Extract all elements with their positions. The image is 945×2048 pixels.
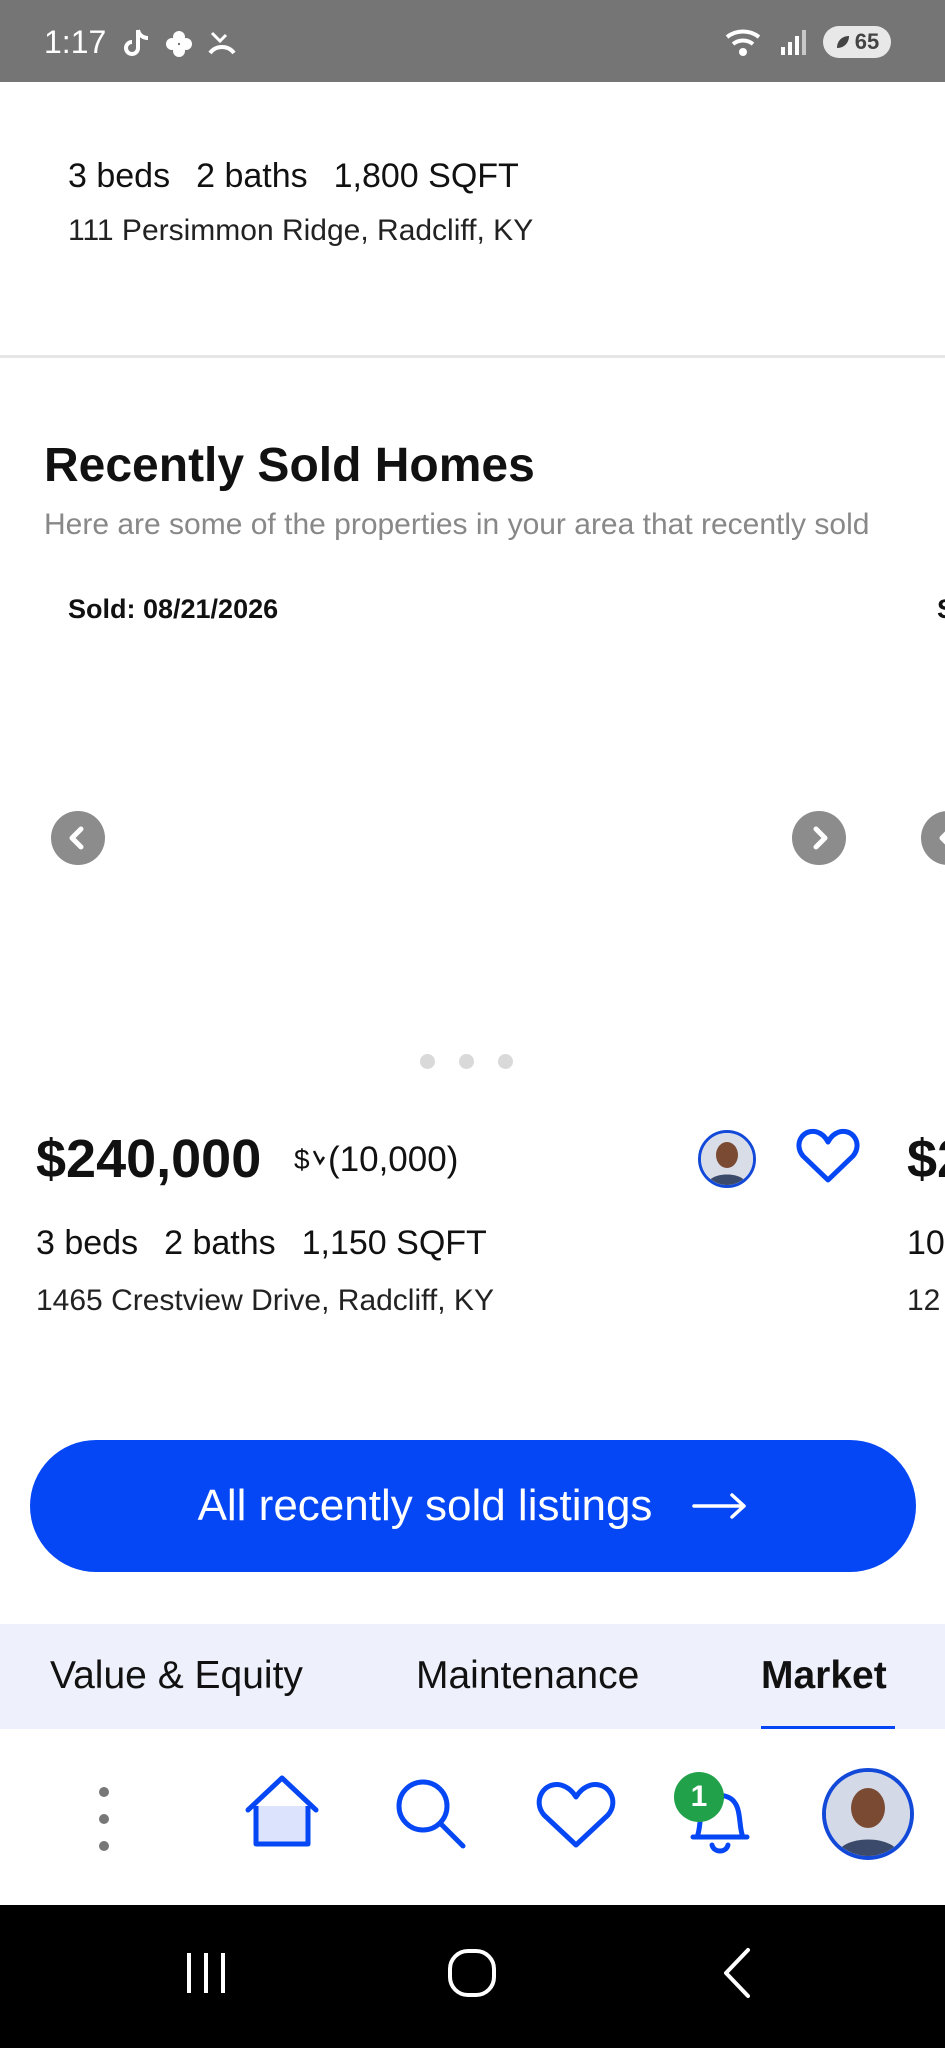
agent-photo — [701, 1133, 753, 1185]
status-icons-right: 65 — [725, 26, 891, 58]
missed-call-icon — [208, 31, 236, 55]
more-vertical-icon — [99, 1787, 109, 1851]
battery-level: 65 — [854, 29, 880, 54]
carousel-dot[interactable] — [420, 1054, 435, 1069]
sold-date-label: Sold: 08/21/2026 — [68, 594, 279, 624]
carousel-prev-button-next-card[interactable] — [921, 811, 945, 865]
chevron-left-icon — [69, 826, 84, 850]
baths-count: 2 baths — [196, 157, 308, 195]
arrow-right-icon — [692, 1493, 747, 1519]
top-listing-stats: 3 beds 2 baths 1,800 SQFT — [68, 157, 519, 196]
listing-stats: 3 beds 2 baths 1,150 SQFT — [36, 1224, 487, 1263]
recent-apps-icon — [187, 1953, 225, 1993]
carousel-dots — [420, 1054, 513, 1069]
all-recently-sold-button[interactable]: All recently sold listings — [30, 1440, 916, 1572]
more-menu-button[interactable] — [84, 1779, 124, 1859]
section-tabs: Value & Equity Maintenance Market — [0, 1624, 945, 1729]
notification-badge: 1 — [674, 1772, 724, 1822]
home-circle-icon — [448, 1949, 496, 1997]
all-recently-sold-label: All recently sold listings — [197, 1481, 653, 1530]
section-title: Recently Sold Homes — [44, 439, 535, 492]
tiktok-icon — [124, 29, 149, 56]
profile-avatar-button[interactable] — [822, 1768, 914, 1860]
heart-icon — [536, 1782, 616, 1848]
battery-indicator: 65 — [823, 26, 891, 58]
home-icon — [245, 1775, 319, 1847]
nav-favorites-button[interactable] — [532, 1775, 620, 1853]
tab-market[interactable]: Market — [761, 1654, 887, 1698]
sqft-value: 1,150 SQFT — [301, 1224, 487, 1262]
tab-maintenance[interactable]: Maintenance — [416, 1654, 639, 1698]
status-icons-left — [122, 28, 238, 60]
nav-home-button[interactable] — [236, 1769, 328, 1855]
baths-count: 2 baths — [164, 1224, 276, 1262]
beds-count: 3 beds — [68, 157, 171, 195]
back-chevron-icon — [724, 1948, 750, 1998]
next-listing-address: 12 — [907, 1284, 941, 1317]
status-bar: 1:17 65 — [0, 0, 945, 82]
wifi-icon — [725, 29, 761, 56]
sqft-value: 1,800 SQFT — [333, 157, 519, 195]
svg-text:$: $ — [294, 1144, 310, 1175]
recent-apps-button[interactable] — [176, 1941, 236, 2005]
nav-search-button[interactable] — [390, 1773, 470, 1853]
signal-icon — [781, 30, 806, 55]
price-change: $ (10,000) — [294, 1140, 458, 1180]
listing-address: 1465 Crestview Drive, Radcliff, KY — [36, 1284, 494, 1317]
price-drop-icon: $ — [294, 1144, 326, 1175]
bottom-nav — [0, 1729, 945, 1905]
price-change-value: (10,000) — [328, 1140, 459, 1179]
home-system-button[interactable] — [440, 1941, 504, 2005]
next-listing-price: $2 — [907, 1129, 945, 1189]
pinwheel-icon — [166, 31, 192, 57]
favorite-heart-icon[interactable] — [795, 1126, 861, 1186]
carousel-dot[interactable] — [459, 1054, 474, 1069]
top-listing-address: 111 Persimmon Ridge, Radcliff, KY — [68, 214, 534, 247]
search-icon — [396, 1779, 466, 1849]
tab-value-equity[interactable]: Value & Equity — [50, 1654, 303, 1698]
section-subtitle: Here are some of the properties in your … — [44, 508, 870, 541]
next-listing-stats: 10 — [907, 1224, 945, 1262]
carousel-prev-button[interactable] — [51, 811, 105, 865]
top-listing-card[interactable]: 3 beds 2 baths 1,800 SQFT 111 Persimmon … — [0, 82, 945, 358]
carousel-next-button[interactable] — [792, 811, 846, 865]
back-system-button[interactable] — [708, 1941, 768, 2005]
agent-avatar[interactable] — [698, 1130, 756, 1188]
carousel-dot[interactable] — [498, 1054, 513, 1069]
profile-photo — [826, 1772, 910, 1856]
sold-date-label-next: S — [937, 594, 945, 625]
status-time: 1:17 — [44, 24, 107, 60]
battery-saver-icon — [836, 36, 849, 48]
system-nav-bar — [0, 1905, 945, 2048]
beds-count: 3 beds — [36, 1224, 139, 1262]
chevron-right-icon — [813, 826, 828, 850]
listing-price: $240,000 — [36, 1129, 262, 1189]
chevron-left-icon — [939, 831, 945, 845]
